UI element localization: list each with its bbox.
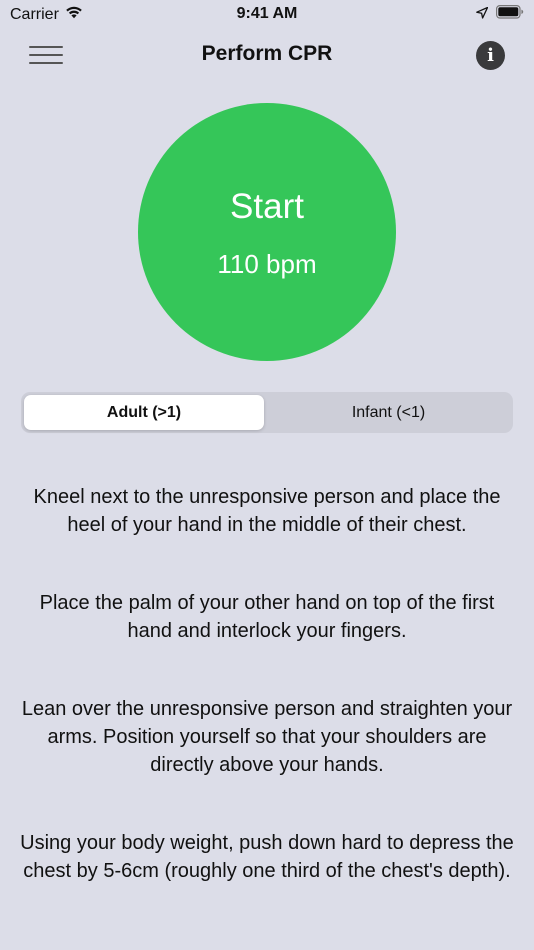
instruction-step-2: Place the palm of your other hand on top… — [39, 592, 495, 642]
segment-adult[interactable]: Adult (>1) — [24, 395, 264, 430]
segment-infant[interactable]: Infant (<1) — [267, 395, 510, 430]
cpr-instructions: Kneel next to the unresponsive person an… — [15, 483, 519, 885]
page-title: Perform CPR — [201, 42, 333, 65]
start-cpr-button[interactable]: Start 110 bpm — [138, 103, 396, 361]
instruction-step-1: Kneel next to the unresponsive person an… — [33, 486, 501, 536]
instruction-step-3: Lean over the unresponsive person and st… — [21, 698, 513, 776]
location-arrow-icon — [476, 6, 489, 24]
start-label: Start — [230, 187, 304, 226]
age-segmented-control: Adult (>1) Infant (<1) — [21, 392, 513, 433]
status-time: 9:41 AM — [236, 5, 298, 22]
battery-icon — [496, 5, 524, 24]
info-icon[interactable]: i — [476, 41, 505, 70]
instruction-step-4: Using your body weight, push down hard t… — [20, 832, 514, 882]
status-bar: Carrier 9:41 AM — [0, 0, 534, 28]
navigation-bar: Perform CPR i — [0, 28, 534, 82]
bpm-label: 110 bpm — [217, 249, 317, 279]
status-right — [476, 5, 524, 24]
